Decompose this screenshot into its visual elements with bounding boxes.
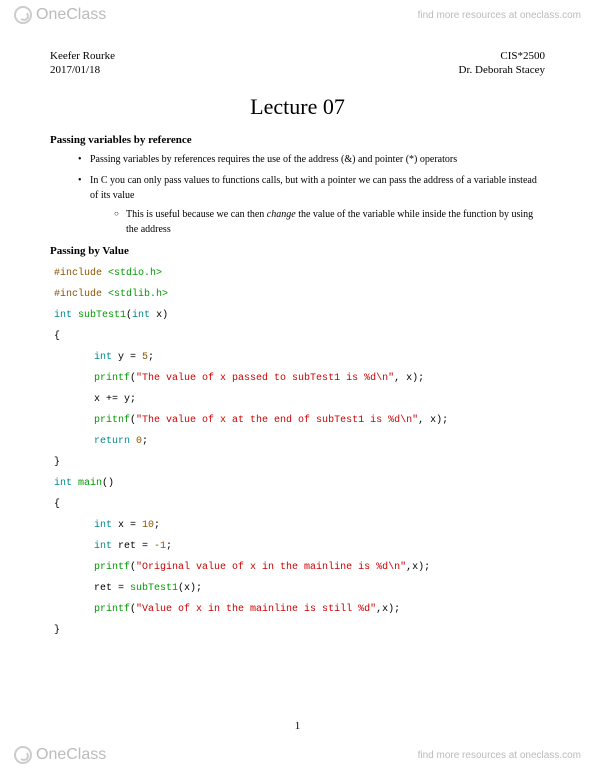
list-item: In C you can only pass values to functio… <box>78 173 545 237</box>
code-line: int subTest1(int x) <box>54 305 545 326</box>
logo-icon <box>14 6 32 24</box>
code-line: printf("The value of x passed to subTest… <box>54 368 545 389</box>
find-more-link-bottom[interactable]: find more resources at oneclass.com <box>418 750 581 761</box>
code-line: int main() <box>54 473 545 494</box>
lecture-date: 2017/01/18 <box>50 64 100 76</box>
sub-list: This is useful because we can then chang… <box>90 207 545 237</box>
course-code: CIS*2500 <box>500 50 545 62</box>
document-page: Keefer Rourke CIS*2500 2017/01/18 Dr. De… <box>0 0 595 681</box>
logo-text: OneClass <box>36 6 106 24</box>
logo-text: OneClass <box>36 746 106 764</box>
code-line: pritnf("The value of x at the end of sub… <box>54 410 545 431</box>
find-more-link-top[interactable]: find more resources at oneclass.com <box>418 10 581 21</box>
code-line: int x = 10; <box>54 515 545 536</box>
instructor-name: Dr. Deborah Stacey <box>459 64 545 76</box>
code-line: { <box>54 326 545 347</box>
brand-logo: OneClass <box>14 6 106 24</box>
code-line: #include <stdio.h> <box>54 263 545 284</box>
code-line: x += y; <box>54 389 545 410</box>
code-line: ret = subTest1(x); <box>54 578 545 599</box>
author-name: Keefer Rourke <box>50 50 115 62</box>
page-title: Lecture 07 <box>50 94 545 120</box>
footer-watermark: OneClass find more resources at oneclass… <box>0 740 595 770</box>
section-heading-value: Passing by Value <box>50 245 545 257</box>
header-row-1: Keefer Rourke CIS*2500 <box>50 50 545 62</box>
bullet-list: Passing variables by references requires… <box>50 152 545 237</box>
code-line: return 0; <box>54 431 545 452</box>
code-line: printf("Value of x in the mainline is st… <box>54 599 545 620</box>
code-line: } <box>54 452 545 473</box>
code-line: { <box>54 494 545 515</box>
logo-icon <box>14 746 32 764</box>
section-heading-reference: Passing variables by reference <box>50 134 545 146</box>
code-block: #include <stdio.h> #include <stdlib.h> i… <box>50 263 545 641</box>
page-number: 1 <box>0 720 595 732</box>
list-item: This is useful because we can then chang… <box>114 207 545 237</box>
code-line: int y = 5; <box>54 347 545 368</box>
header-row-2: 2017/01/18 Dr. Deborah Stacey <box>50 64 545 76</box>
code-line: #include <stdlib.h> <box>54 284 545 305</box>
code-line: } <box>54 620 545 641</box>
brand-logo: OneClass <box>14 746 106 764</box>
code-line: int ret = -1; <box>54 536 545 557</box>
code-line: printf("Original value of x in the mainl… <box>54 557 545 578</box>
list-item: Passing variables by references requires… <box>78 152 545 167</box>
header-watermark: OneClass find more resources at oneclass… <box>0 0 595 30</box>
